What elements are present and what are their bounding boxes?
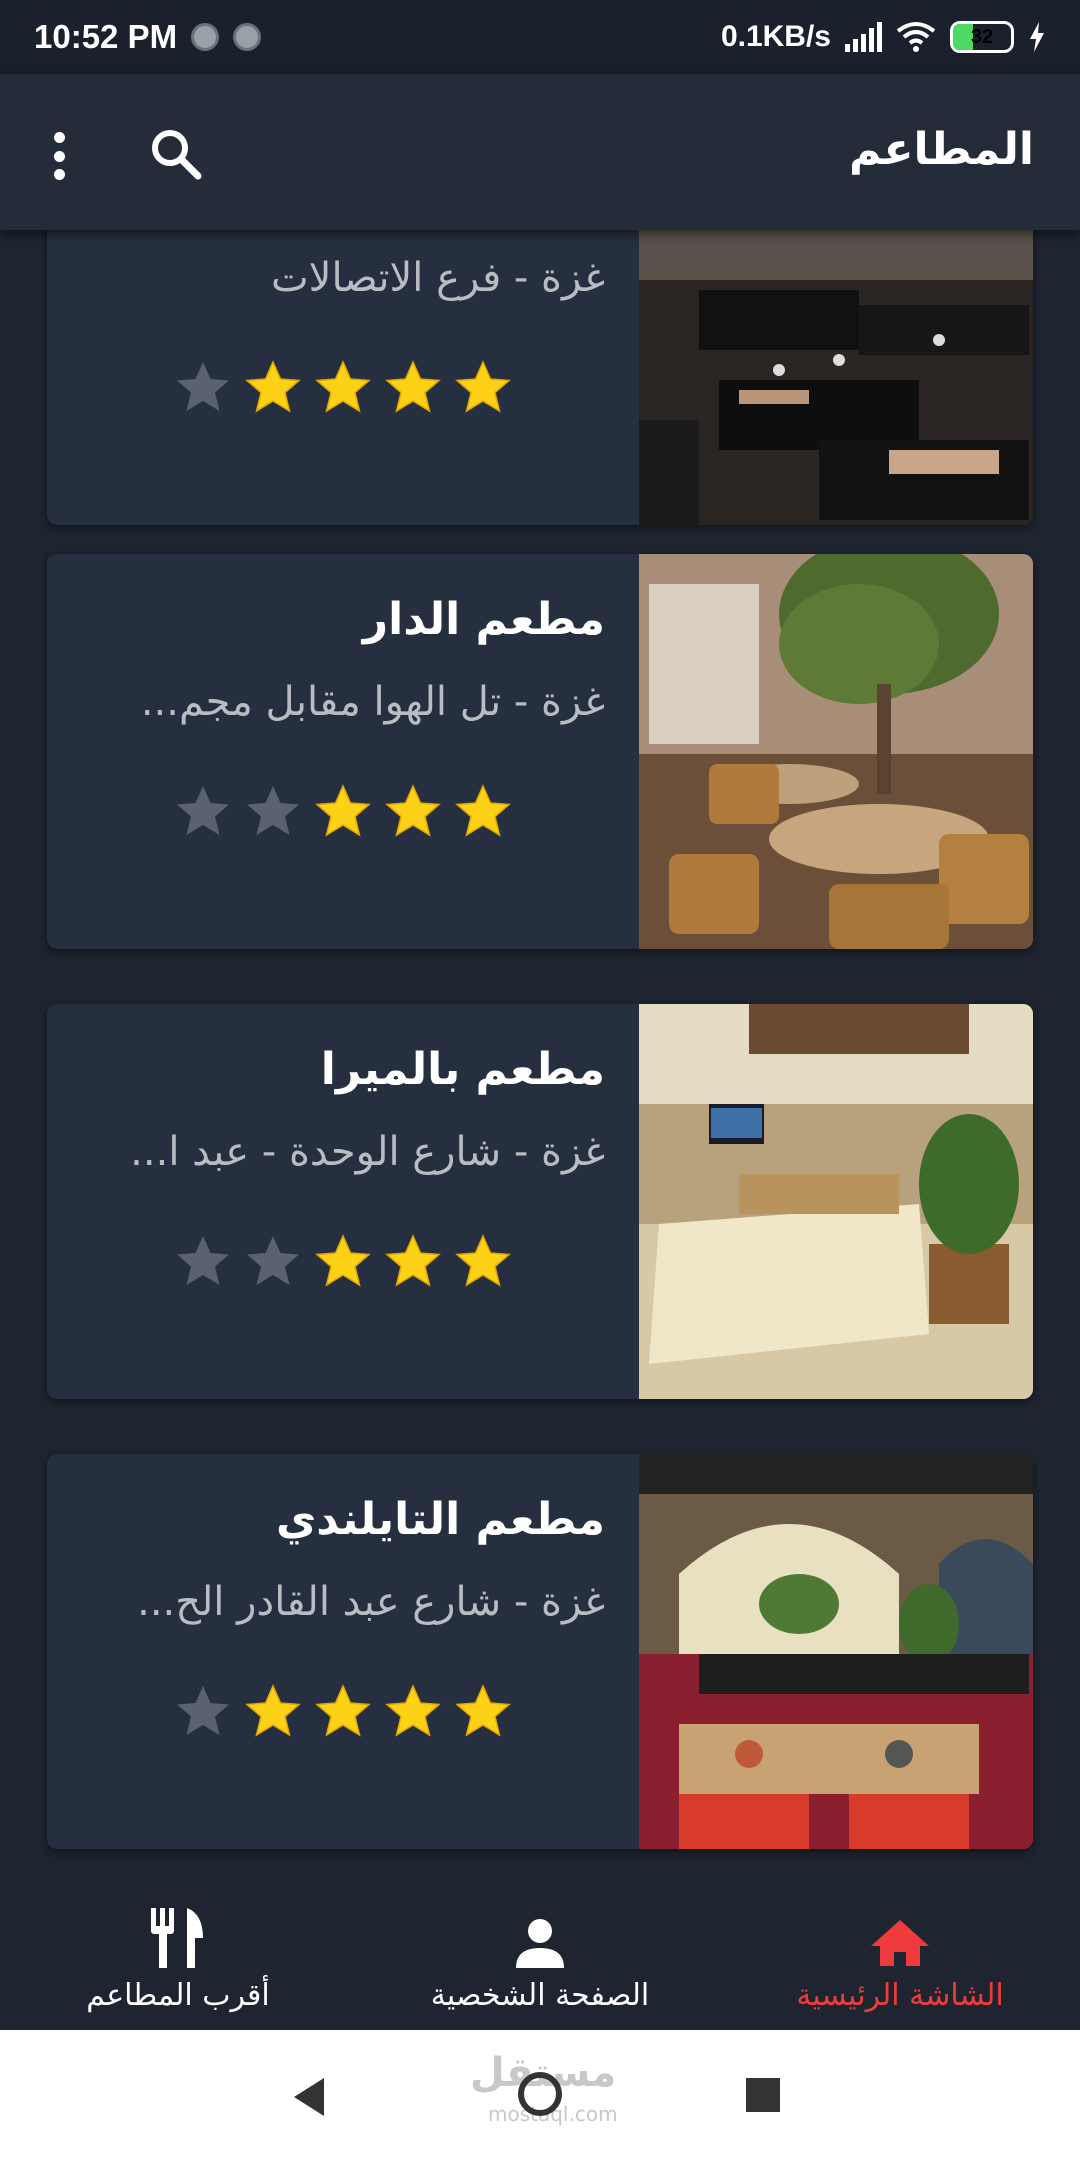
star-filled-icon bbox=[385, 360, 441, 413]
bottom-navigation: الشاشة الرئيسية الصفحة الشخصية أقرب المط… bbox=[0, 1880, 1080, 2030]
restaurant-utensils-icon bbox=[151, 1908, 203, 1968]
restaurant-card[interactable]: مطعم الدار غزة - تل الهوا مقابل مجم... bbox=[47, 554, 1033, 949]
home-icon bbox=[871, 1920, 929, 1966]
recents-icon[interactable] bbox=[746, 2078, 780, 2112]
signal-icon bbox=[845, 22, 882, 52]
restaurant-address: غزة - شارع الوحدة - عبد ا... bbox=[130, 1129, 605, 1175]
battery-level: 32 bbox=[970, 25, 994, 48]
restaurant-address: غزة - تل الهوا مقابل مجم... bbox=[140, 679, 605, 725]
person-icon bbox=[516, 1919, 564, 1968]
star-filled-icon bbox=[455, 784, 511, 837]
restaurant-image bbox=[639, 1454, 1033, 1849]
star-filled-icon bbox=[315, 1684, 371, 1737]
star-filled-icon bbox=[315, 360, 371, 413]
star-empty-icon bbox=[177, 1236, 229, 1285]
page-title: المطاعم bbox=[848, 124, 1034, 175]
star-filled-icon bbox=[455, 1684, 511, 1737]
nav-nearest-restaurants[interactable]: أقرب المطاعم bbox=[18, 1906, 338, 2013]
star-filled-icon bbox=[385, 1684, 441, 1737]
restaurant-image bbox=[639, 1004, 1033, 1399]
restaurant-card[interactable]: غزة - فرع الاتصالات bbox=[47, 230, 1033, 525]
restaurant-address: غزة - فرع الاتصالات bbox=[271, 255, 605, 301]
star-filled-icon bbox=[245, 1684, 301, 1737]
restaurant-name: مطعم الدار bbox=[362, 594, 605, 645]
star-filled-icon bbox=[385, 1234, 441, 1287]
wifi-icon bbox=[896, 22, 936, 52]
star-filled-icon bbox=[315, 784, 371, 837]
battery-icon: 32 bbox=[950, 21, 1014, 53]
restaurant-list[interactable]: غزة - فرع الاتصالات مطعم الدار غزة - تل … bbox=[0, 230, 1080, 1880]
notification-icon bbox=[233, 23, 262, 51]
rating-stars bbox=[174, 1232, 512, 1290]
app-bar: المطاعم bbox=[0, 74, 1080, 230]
search-icon[interactable] bbox=[148, 126, 204, 182]
restaurant-image bbox=[639, 554, 1033, 949]
rating-stars bbox=[174, 782, 512, 840]
restaurant-card[interactable]: مطعم التايلندي غزة - شارع عبد القادر الح… bbox=[47, 1454, 1033, 1849]
nav-profile-label: الصفحة الشخصية bbox=[430, 1978, 650, 2013]
nav-home[interactable]: الشاشة الرئيسية bbox=[740, 1906, 1060, 2013]
rating-stars bbox=[174, 1682, 512, 1740]
status-time: 10:52 PM bbox=[34, 18, 178, 55]
star-filled-icon bbox=[245, 360, 301, 413]
restaurant-card[interactable]: مطعم بالميرا غزة - شارع الوحدة - عبد ا..… bbox=[47, 1004, 1033, 1399]
star-filled-icon bbox=[455, 360, 511, 413]
restaurant-image bbox=[639, 230, 1033, 525]
star-empty-icon bbox=[177, 786, 229, 835]
nav-nearest-label: أقرب المطاعم bbox=[86, 1978, 270, 2013]
star-empty-icon bbox=[177, 1686, 229, 1735]
rating-stars bbox=[174, 358, 512, 416]
charging-icon bbox=[1030, 22, 1044, 52]
notification-icon bbox=[191, 23, 220, 51]
star-empty-icon bbox=[247, 1236, 299, 1285]
star-filled-icon bbox=[315, 1234, 371, 1287]
restaurant-address: غزة - شارع عبد القادر الح... bbox=[137, 1579, 605, 1625]
back-icon[interactable] bbox=[294, 2078, 326, 2116]
home-button-icon[interactable] bbox=[518, 2072, 562, 2116]
star-filled-icon bbox=[385, 784, 441, 837]
network-speed: 0.1KB/s bbox=[720, 20, 831, 53]
nav-profile[interactable]: الصفحة الشخصية bbox=[380, 1906, 700, 2013]
star-empty-icon bbox=[247, 786, 299, 835]
nav-home-label: الشاشة الرئيسية bbox=[796, 1978, 1004, 2013]
star-filled-icon bbox=[455, 1234, 511, 1287]
restaurant-name: مطعم بالميرا bbox=[320, 1044, 605, 1095]
restaurant-name: مطعم التايلندي bbox=[275, 1494, 605, 1545]
star-empty-icon bbox=[177, 362, 229, 411]
system-navigation-bar: مستقل mostaql.com bbox=[0, 2030, 1080, 2160]
overflow-menu-icon[interactable] bbox=[52, 132, 66, 180]
status-bar: 10:52 PM 0.1KB/s 32 bbox=[0, 0, 1080, 74]
